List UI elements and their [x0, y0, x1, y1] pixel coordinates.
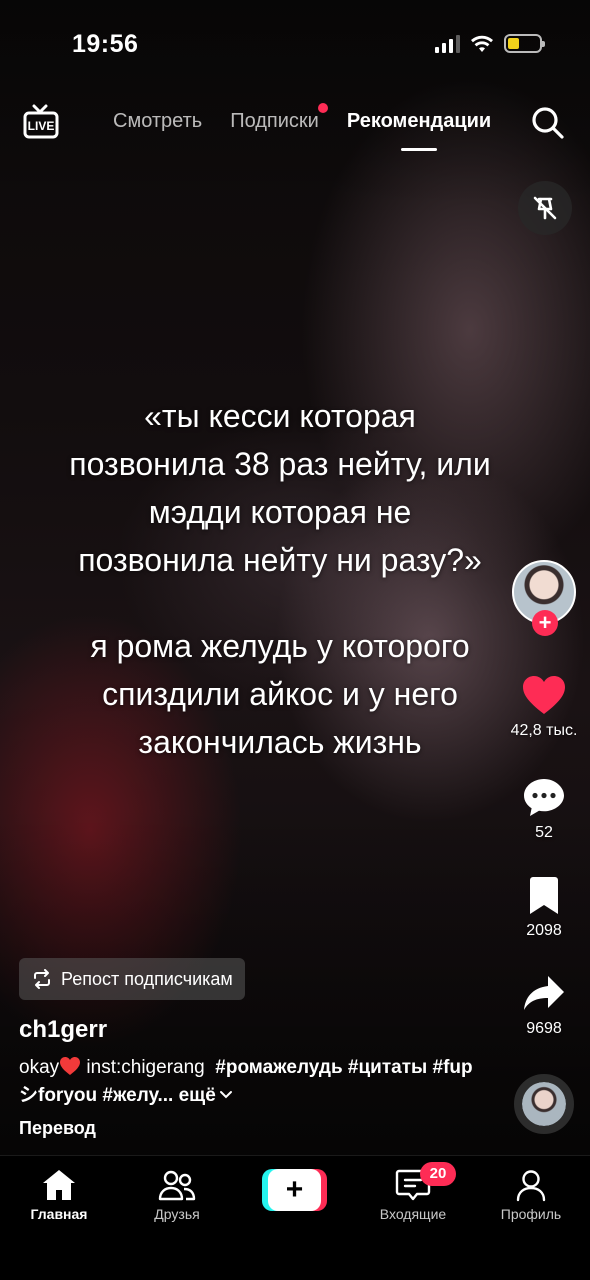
more-label: ещё — [178, 1085, 216, 1106]
inbox-badge: 20 — [420, 1162, 456, 1186]
notification-dot — [317, 103, 328, 113]
caption-line: я рома желудь у которого — [90, 628, 470, 664]
repost-icon — [34, 969, 50, 989]
active-tab-indicator — [401, 148, 438, 151]
chevron-down-icon — [219, 1091, 232, 1099]
desc-instagram: inst:chigerang — [86, 1057, 205, 1078]
friends-icon — [158, 1170, 196, 1201]
caption-line: позвонила 38 раз нейту, или — [69, 446, 491, 482]
heart-icon — [523, 676, 565, 714]
nav-inbox[interactable]: Входящие 20 — [363, 1162, 463, 1222]
caption-line: «ты кесси которая — [144, 398, 416, 434]
like-count: 42,8 тыс. — [510, 722, 578, 739]
nav-home-label: Главная — [30, 1206, 88, 1222]
profile-icon — [516, 1170, 546, 1202]
caption-line: мэдди которая не — [148, 494, 412, 530]
more-button[interactable]: ещё — [179, 1085, 233, 1106]
share-count: 9698 — [526, 1020, 562, 1037]
comment-bubble-icon — [524, 779, 564, 816]
home-icon — [43, 1170, 75, 1200]
bookmark-icon — [530, 877, 558, 914]
follow-plus-icon[interactable]: + — [532, 610, 558, 636]
caption-line: закончилась жизнь — [138, 724, 422, 760]
video-caption: «ты кесси которая позвонила 38 раз нейту… — [10, 392, 550, 766]
share-button[interactable]: 9698 — [499, 974, 589, 1038]
nav-profile-label: Профиль — [500, 1206, 562, 1222]
caption-line: спиздили айкос и у него — [102, 676, 458, 712]
status-icons — [435, 34, 545, 53]
author-avatar-button[interactable]: + — [512, 560, 576, 636]
save-count: 2098 — [526, 922, 562, 939]
caption-line: позвонила нейту ни разу?» — [78, 542, 482, 578]
tab-for-you[interactable]: Рекомендации — [346, 110, 492, 151]
share-arrow-icon — [524, 976, 564, 1010]
tab-watch[interactable]: Смотреть — [113, 110, 202, 133]
pin-off-icon — [533, 196, 557, 220]
plus-icon: + — [268, 1169, 321, 1211]
nav-profile[interactable]: Профиль — [481, 1168, 581, 1222]
music-disc-cover — [522, 1082, 566, 1126]
comment-count: 52 — [535, 824, 553, 841]
nav-home[interactable]: Главная — [9, 1168, 109, 1222]
tab-following[interactable]: Подписки — [230, 103, 328, 133]
live-tv-icon: LIVE — [23, 104, 59, 139]
search-icon — [532, 107, 564, 139]
hashtag[interactable]: #цитаты — [348, 1057, 427, 1078]
author-username[interactable]: ch1gerr — [19, 1016, 107, 1044]
translate-link[interactable]: Перевод — [19, 1118, 96, 1139]
nav-inbox-label: Входящие — [379, 1206, 447, 1222]
hashtag[interactable]: #ромажелудь — [215, 1057, 342, 1078]
svg-text:LIVE: LIVE — [28, 119, 55, 133]
bottom-tab-bar: Главная Друзья + Входящие 20 Профиль — [0, 1155, 590, 1280]
search-button[interactable] — [529, 104, 567, 142]
music-disc-button[interactable] — [514, 1074, 574, 1134]
save-button[interactable]: 2098 — [499, 876, 589, 940]
desc-text: okay — [19, 1057, 60, 1078]
status-time: 19:56 — [72, 30, 139, 58]
nav-friends-label: Друзья — [154, 1206, 200, 1222]
battery-icon — [504, 34, 545, 53]
wifi-icon — [471, 35, 493, 52]
comment-button[interactable]: 52 — [499, 776, 589, 842]
nav-friends[interactable]: Друзья — [127, 1168, 227, 1222]
repost-button[interactable]: Репост подписчикам — [19, 958, 245, 1000]
tab-following-label: Подписки — [230, 110, 319, 132]
tab-for-you-label: Рекомендации — [346, 110, 492, 132]
like-button[interactable]: 42,8 тыс. — [499, 674, 589, 740]
hashtag[interactable]: #желу... — [102, 1085, 173, 1106]
post-description[interactable]: okay inst:chigerang #ромажелудь #цитаты … — [19, 1054, 489, 1110]
live-button[interactable]: LIVE — [22, 104, 60, 142]
tab-watch-label: Смотреть — [113, 110, 203, 132]
create-button[interactable]: + — [262, 1169, 327, 1211]
top-tabs: Смотреть Подписки Рекомендации — [113, 103, 492, 151]
pin-button[interactable] — [518, 181, 572, 235]
heart-emoji-icon — [60, 1057, 81, 1075]
signal-icon — [435, 34, 460, 53]
repost-label: Репост подписчикам — [61, 968, 233, 989]
